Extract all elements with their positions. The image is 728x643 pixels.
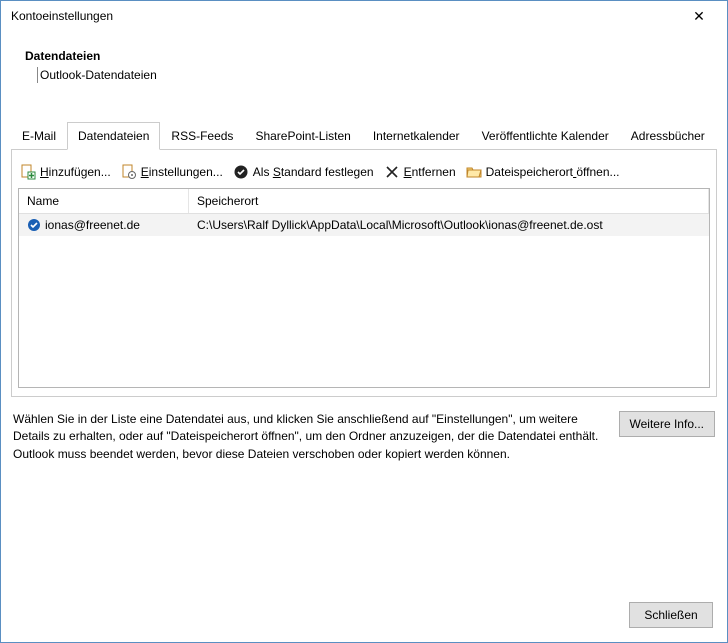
open-location-label: Dateispeicherort öffnen... [486,165,620,179]
page-title: Datendateien [25,49,727,63]
tab-strip: E-Mail Datendateien RSS-Feeds SharePoint… [11,121,717,150]
folder-open-icon [466,164,482,180]
add-file-icon [20,164,36,180]
tab-sharepoint-lists[interactable]: SharePoint-Listen [244,122,361,150]
data-files-listview[interactable]: Name Speicherort ionas@freenet.de C:\Use… [18,188,710,388]
tab-email[interactable]: E-Mail [11,122,67,150]
remove-label: Entfernen [404,165,456,179]
dialog-footer: Schließen [629,602,713,628]
remove-icon [384,164,400,180]
settings-icon [121,164,137,180]
remove-button[interactable]: Entfernen [384,164,456,180]
dialog-header: Datendateien Outlook-Datendateien [1,31,727,91]
set-default-button[interactable]: Als Standard festlegen [233,164,374,180]
info-text: Wählen Sie in der Liste eine Datendatei … [13,411,607,463]
listview-header: Name Speicherort [19,189,709,214]
titlebar: Kontoeinstellungen ✕ [1,1,727,31]
more-info-button[interactable]: Weitere Info... [619,411,715,437]
page-subtitle: Outlook-Datendateien [37,67,157,83]
checkmark-circle-icon [233,164,249,180]
tab-panel-data-files: Hinzufügen... Einstellungen... Als Stand… [11,150,717,397]
tab-data-files[interactable]: Datendateien [67,122,160,150]
table-row[interactable]: ionas@freenet.de C:\Users\Ralf Dyllick\A… [19,214,709,236]
column-header-location[interactable]: Speicherort [189,189,709,213]
settings-button[interactable]: Einstellungen... [121,164,223,180]
close-button[interactable]: Schließen [629,602,713,628]
toolbar: Hinzufügen... Einstellungen... Als Stand… [18,160,710,188]
tab-internet-calendars[interactable]: Internetkalender [362,122,471,150]
window-close-button[interactable]: ✕ [679,2,719,30]
column-header-name[interactable]: Name [19,189,189,213]
account-settings-window: Kontoeinstellungen ✕ Datendateien Outloo… [0,0,728,643]
add-button[interactable]: Hinzufügen... [20,164,111,180]
set-default-label: Als Standard festlegen [253,165,374,179]
tab-rss-feeds[interactable]: RSS-Feeds [160,122,244,150]
default-badge-icon [27,218,41,232]
cell-location: C:\Users\Ralf Dyllick\AppData\Local\Micr… [189,214,709,236]
cell-name: ionas@freenet.de [19,214,189,236]
add-label: Hinzufügen... [40,165,111,179]
info-row: Wählen Sie in der Liste eine Datendatei … [13,411,715,463]
settings-label: Einstellungen... [141,165,223,179]
tab-address-books[interactable]: Adressbücher [620,122,716,150]
window-title: Kontoeinstellungen [11,9,679,23]
tabs-container: E-Mail Datendateien RSS-Feeds SharePoint… [11,121,717,397]
tab-published-calendars[interactable]: Veröffentlichte Kalender [471,122,620,150]
open-location-button[interactable]: Dateispeicherort öffnen... [466,164,620,180]
close-icon: ✕ [693,8,705,25]
